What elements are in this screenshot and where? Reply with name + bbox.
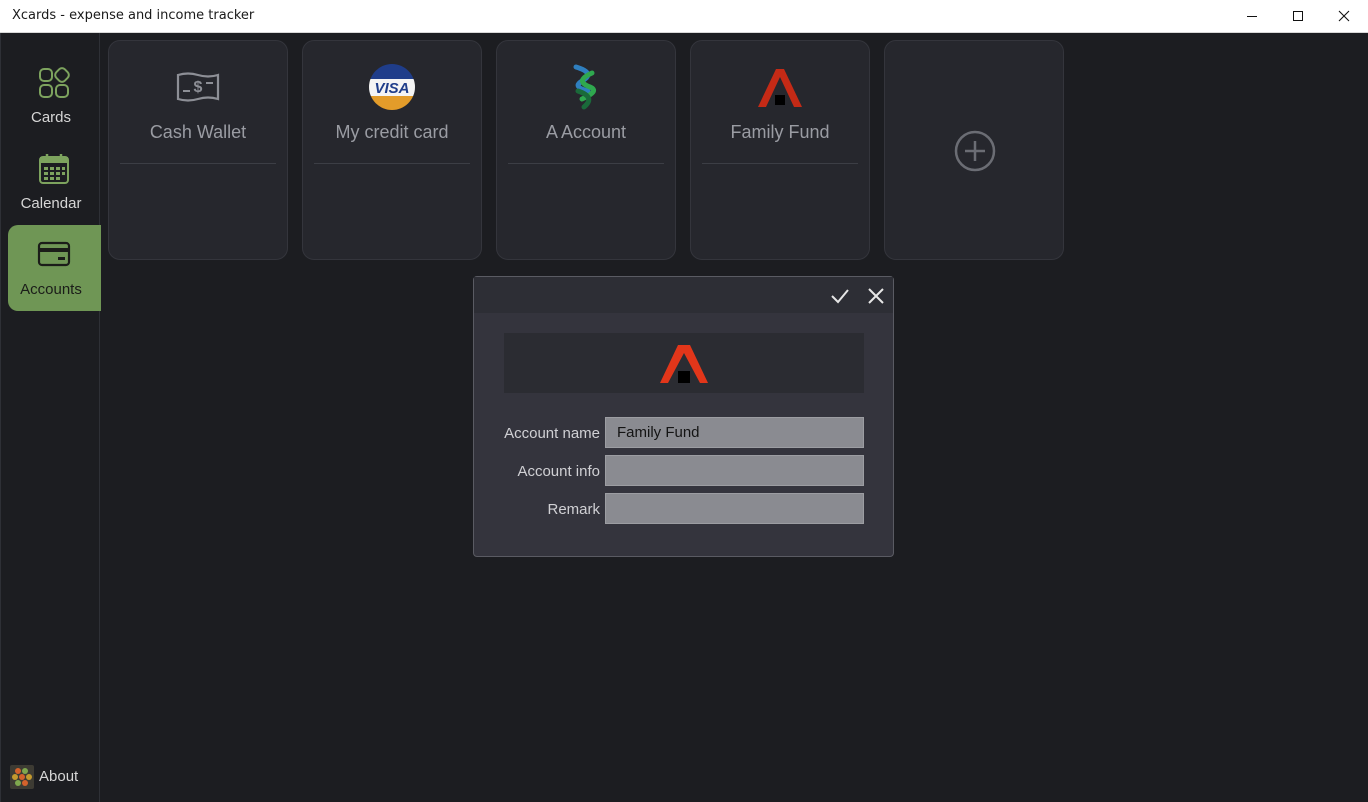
close-icon	[1338, 10, 1350, 22]
account-card-cash-wallet[interactable]: $ Cash Wallet	[108, 40, 288, 260]
hexagon-logo-icon	[10, 765, 34, 789]
account-card-my-credit-card[interactable]: VISA My credit card	[302, 40, 482, 260]
account-name-label: Account name	[504, 425, 600, 442]
cash-icon: $	[176, 72, 220, 102]
card-divider	[314, 163, 470, 164]
house-logo-icon	[758, 69, 802, 107]
card-divider	[702, 163, 858, 164]
close-window-button[interactable]	[1321, 0, 1367, 33]
visa-icon: VISA	[369, 64, 415, 110]
title-bar: Xcards - expense and income tracker	[0, 0, 1368, 33]
calendar-icon	[39, 154, 69, 184]
about-button[interactable]: About	[10, 765, 96, 789]
svg-text:$: $	[194, 79, 203, 96]
check-icon[interactable]	[829, 285, 851, 307]
add-account-button[interactable]	[884, 40, 1064, 260]
card-divider	[508, 163, 664, 164]
sidebar-item-cards[interactable]: Cards	[8, 53, 101, 139]
sidebar-item-label: Accounts	[20, 281, 82, 298]
account-name: Cash Wallet	[149, 122, 247, 142]
close-icon[interactable]	[865, 285, 887, 307]
about-label: About	[39, 768, 79, 785]
card-divider	[120, 163, 276, 164]
dialog-header	[474, 277, 893, 313]
account-icon-picker[interactable]	[504, 333, 864, 393]
account-name: A Account	[545, 122, 627, 142]
account-info-input[interactable]	[605, 455, 864, 486]
account-card-family-fund[interactable]: Family Fund	[690, 40, 870, 260]
account-card-a-account[interactable]: A Account	[496, 40, 676, 260]
sidebar-item-accounts[interactable]: Accounts	[8, 225, 101, 311]
sidebar-item-label: Cards	[30, 109, 71, 126]
remark-input[interactable]	[605, 493, 864, 524]
credit-card-icon	[37, 241, 71, 267]
account-name-input[interactable]	[605, 417, 864, 448]
sidebar-item-label: Calendar	[20, 195, 82, 212]
account-name: Family Fund	[730, 122, 830, 142]
svg-text:VISA: VISA	[374, 80, 409, 97]
account-info-label: Account info	[517, 463, 600, 480]
remark-label: Remark	[547, 501, 600, 518]
edit-account-dialog: Account name Account info Remark	[473, 276, 894, 557]
cards-grid-icon	[39, 67, 70, 98]
sidebar: Cards Calendar Accounts About	[0, 33, 101, 802]
window-title: Xcards - expense and income tracker	[12, 8, 255, 23]
minimize-icon	[1247, 16, 1257, 17]
bank-logo-icon	[573, 64, 596, 110]
maximize-icon	[1293, 11, 1303, 21]
house-logo-icon	[660, 345, 708, 383]
sidebar-item-calendar[interactable]: Calendar	[8, 139, 101, 225]
plus-circle-icon	[954, 130, 996, 172]
minimize-button[interactable]	[1229, 0, 1275, 33]
maximize-button[interactable]	[1275, 0, 1321, 33]
account-name: My credit card	[335, 122, 449, 142]
